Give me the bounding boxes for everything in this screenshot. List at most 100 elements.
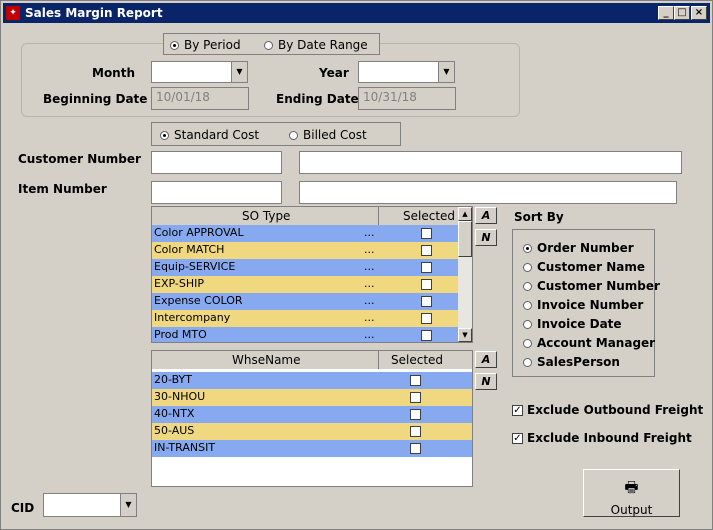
radio-empty-icon	[523, 281, 532, 291]
billed-cost-label: Billed Cost	[303, 128, 367, 142]
so-selected-checkbox[interactable]	[421, 313, 432, 324]
sales-margin-window: ✦ Sales Margin Report _ □ × By Period By…	[0, 0, 713, 530]
table-row[interactable]: EXP-SHIP...	[152, 276, 458, 293]
warehouse-grid: WhseName Selected 20-BYT 30-NHOU 40-NTX 50-…	[151, 350, 473, 487]
year-label: Year	[319, 66, 349, 80]
so-selected-checkbox[interactable]	[421, 228, 432, 239]
table-row[interactable]: Color MATCH...	[152, 242, 458, 259]
ellipsis-button[interactable]: ...	[364, 277, 375, 290]
ellipsis-button[interactable]: ...	[364, 260, 375, 273]
so-type-column-header[interactable]: SO Type	[242, 209, 290, 223]
ellipsis-button[interactable]: ...	[364, 294, 375, 307]
so-sort-alpha-button[interactable]: A	[475, 207, 497, 224]
table-row[interactable]: 50-AUS	[152, 423, 472, 440]
exclude-inbound-checkbox[interactable]: ✓ Exclude Inbound Freight	[512, 431, 692, 445]
so-type-header: SO Type Selected	[152, 207, 458, 225]
table-row[interactable]: 20-BYT	[152, 372, 472, 389]
sort-option-label: Customer Name	[537, 260, 645, 274]
customer-name-input[interactable]	[299, 151, 682, 174]
customer-number-input[interactable]	[151, 151, 282, 174]
sort-option-radio[interactable]: Customer Number	[523, 279, 660, 293]
output-label: Output	[610, 503, 653, 517]
sort-option-radio[interactable]: Account Manager	[523, 336, 655, 350]
scroll-down-icon[interactable]: ▼	[458, 328, 472, 342]
scroll-up-icon[interactable]: ▲	[458, 207, 472, 221]
table-row[interactable]: Color APPROVAL...	[152, 225, 458, 242]
year-dropdown[interactable]: ▼	[358, 61, 455, 83]
whse-name-column-header[interactable]: WhseName	[232, 353, 301, 367]
so-selected-checkbox[interactable]	[421, 279, 432, 290]
close-button[interactable]: ×	[691, 6, 707, 20]
maximize-button[interactable]: □	[674, 6, 690, 20]
ellipsis-button[interactable]: ...	[364, 226, 375, 239]
so-selected-checkbox[interactable]	[421, 330, 432, 341]
so-sort-numeric-button[interactable]: N	[475, 229, 497, 246]
whse-selected-checkbox[interactable]	[410, 375, 421, 386]
by-period-label: By Period	[184, 38, 241, 52]
sort-option-radio[interactable]: Customer Name	[523, 260, 645, 274]
whse-selected-checkbox[interactable]	[410, 409, 421, 420]
sort-option-radio[interactable]: SalesPerson	[523, 355, 620, 369]
sort-option-radio[interactable]: Invoice Number	[523, 298, 643, 312]
so-selected-column-header[interactable]: Selected	[403, 209, 455, 223]
whse-selected-column-header[interactable]: Selected	[391, 353, 443, 367]
ellipsis-button[interactable]: ...	[364, 243, 375, 256]
so-type-name: Equip-SERVICE	[154, 260, 236, 273]
cid-dropdown[interactable]: ▼	[43, 493, 137, 517]
by-date-range-radio[interactable]: By Date Range	[264, 38, 368, 52]
item-description-input[interactable]	[299, 181, 677, 204]
radio-empty-icon	[523, 357, 532, 367]
billed-cost-radio[interactable]: Billed Cost	[289, 128, 367, 142]
whse-sort-alpha-button[interactable]: A	[475, 351, 497, 368]
warehouse-header: WhseName Selected	[152, 351, 472, 369]
so-type-name: Color MATCH	[154, 243, 225, 256]
so-selected-checkbox[interactable]	[421, 262, 432, 273]
customer-number-label: Customer Number	[18, 152, 141, 166]
warehouse-name: 50-AUS	[154, 424, 195, 437]
sort-by-label: Sort By	[514, 210, 564, 224]
beginning-date-label: Beginning Date	[43, 92, 148, 106]
sort-option-radio[interactable]: Invoice Date	[523, 317, 622, 331]
table-row[interactable]: 40-NTX	[152, 406, 472, 423]
sort-option-label: Account Manager	[537, 336, 656, 350]
whse-selected-checkbox[interactable]	[410, 443, 421, 454]
chevron-down-icon[interactable]: ▼	[231, 62, 247, 82]
table-row[interactable]: IN-TRANSIT	[152, 440, 472, 457]
whse-selected-checkbox[interactable]	[410, 392, 421, 403]
month-dropdown[interactable]: ▼	[151, 61, 248, 83]
sort-option-label: Invoice Number	[537, 298, 644, 312]
sort-option-label: SalesPerson	[537, 355, 620, 369]
sort-option-radio[interactable]: Order Number	[523, 241, 634, 255]
sort-option-label: Order Number	[537, 241, 634, 255]
whse-selected-checkbox[interactable]	[410, 426, 421, 437]
warehouse-name: 20-BYT	[154, 373, 192, 386]
table-row[interactable]: 30-NHOU	[152, 389, 472, 406]
printer-icon: 🖶	[624, 478, 639, 496]
exclude-outbound-checkbox[interactable]: ✓ Exclude Outbound Freight	[512, 403, 703, 417]
so-type-name: Color APPROVAL	[154, 226, 244, 239]
radio-empty-icon	[523, 319, 532, 329]
ellipsis-button[interactable]: ...	[364, 328, 375, 341]
by-period-radio[interactable]: By Period	[170, 38, 241, 52]
chevron-down-icon[interactable]: ▼	[438, 62, 454, 82]
sort-by-group: Order Number Customer Name Customer Number…	[512, 229, 660, 377]
scroll-thumb[interactable]	[458, 221, 472, 257]
radio-empty-icon	[264, 40, 273, 50]
standard-cost-radio[interactable]: Standard Cost	[160, 128, 259, 142]
so-type-scrollbar[interactable]: ▲ ▼	[458, 207, 472, 342]
chevron-down-icon[interactable]: ▼	[120, 494, 136, 516]
ellipsis-button[interactable]: ...	[364, 311, 375, 324]
title-bar[interactable]: ✦ Sales Margin Report _ □ ×	[3, 3, 710, 23]
output-button[interactable]: 🖶 Output	[583, 469, 680, 517]
so-selected-checkbox[interactable]	[421, 296, 432, 307]
table-row[interactable]: Equip-SERVICE...	[152, 259, 458, 276]
table-row[interactable]: Expense COLOR...	[152, 293, 458, 310]
whse-sort-numeric-button[interactable]: N	[475, 373, 497, 390]
table-row[interactable]: Prod MTO...	[152, 327, 458, 342]
radio-selected-icon	[523, 243, 532, 253]
item-number-input[interactable]	[151, 181, 282, 204]
minimize-button[interactable]: _	[658, 6, 674, 20]
warehouse-name: IN-TRANSIT	[154, 441, 216, 454]
so-selected-checkbox[interactable]	[421, 245, 432, 256]
table-row[interactable]: Intercompany...	[152, 310, 458, 327]
